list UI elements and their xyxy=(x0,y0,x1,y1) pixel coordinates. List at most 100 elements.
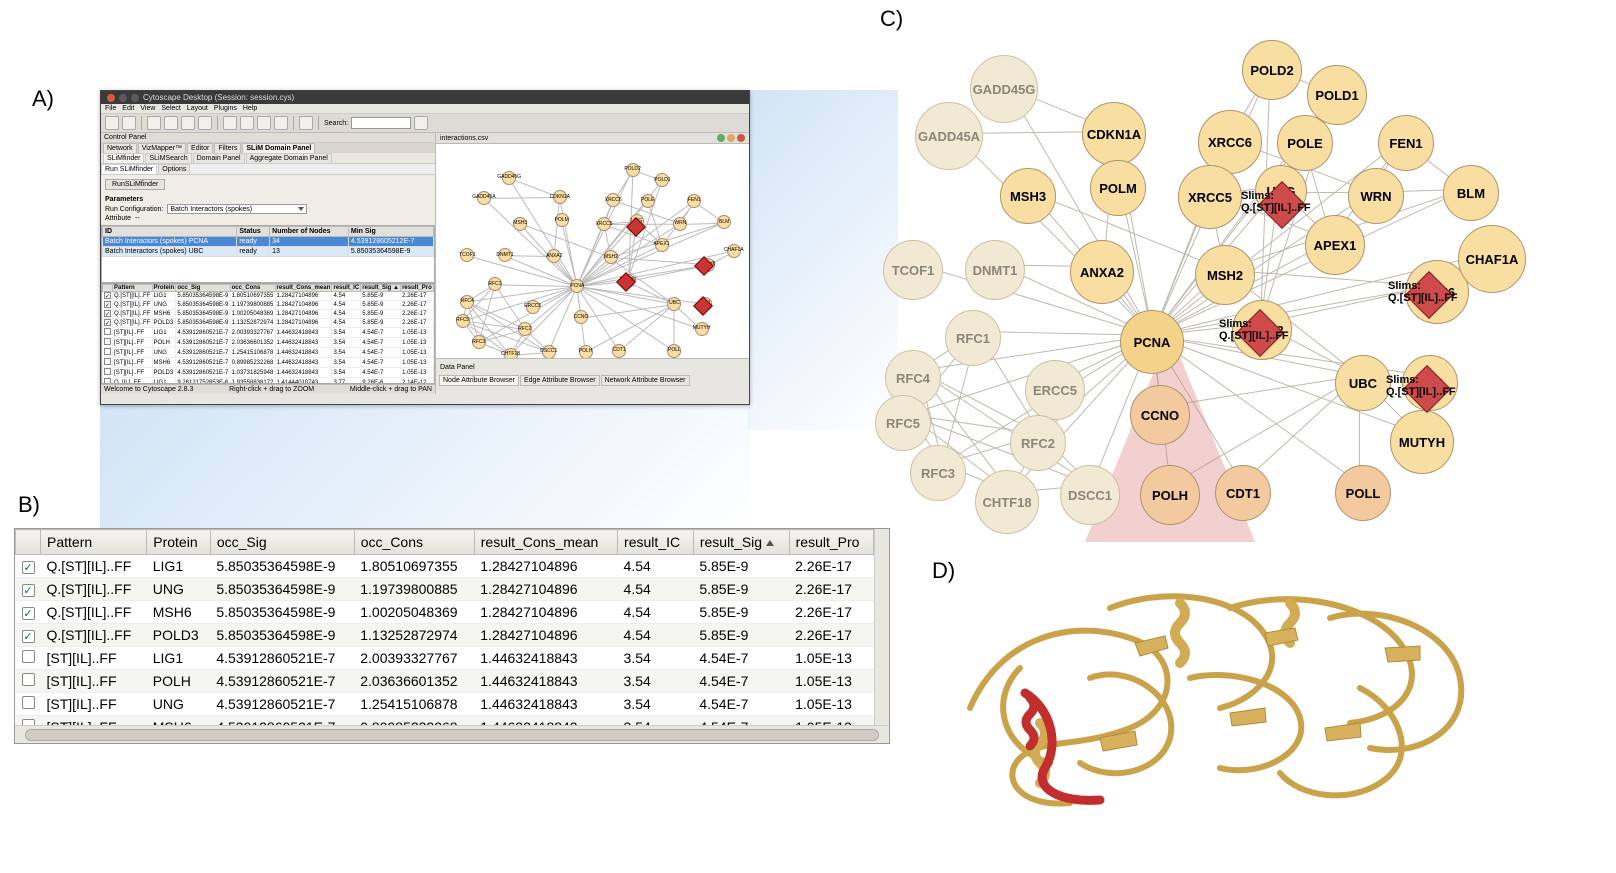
network-canvas[interactable]: GADD45GGADD45ACDKN1APOLD2POLD1XRCC6POLEF… xyxy=(436,144,749,358)
mini-result-row[interactable]: ✓Q.[ST][IL]..FFPOLD35.85035364598E-91.13… xyxy=(103,319,434,328)
run-slimfinder-button[interactable]: RunSLiMfinder xyxy=(105,179,165,190)
net-max-icon[interactable] xyxy=(727,134,735,142)
node-rfc5[interactable]: RFC5 xyxy=(875,395,931,451)
mini-node-polm[interactable]: POLM xyxy=(555,213,569,227)
runconf-select[interactable]: Batch Interactors (spokes) xyxy=(167,204,307,214)
mini-node-gadd45g[interactable]: GADD45G xyxy=(502,171,516,185)
mini-result-row[interactable]: ✓Q.[ST][IL]..FFUNG5.85035364598E-91.1973… xyxy=(103,301,434,310)
col-result_cons_mean[interactable]: result_Cons_mean xyxy=(474,530,617,555)
table-row[interactable]: Q.[ST][IL]..FFPOLD35.85035364598E-91.132… xyxy=(16,624,874,647)
node-dnmt1[interactable]: DNMT1 xyxy=(965,240,1025,300)
menu-view[interactable]: View xyxy=(140,105,155,112)
node-anxa2[interactable]: ANXA2 xyxy=(1070,240,1134,304)
node-ubc[interactable]: UBC xyxy=(1335,355,1391,411)
mini-result-row[interactable]: [ST][IL]..FFPOLD34.53912860521E-71.03731… xyxy=(103,368,434,378)
node-polm[interactable]: POLM xyxy=(1090,160,1146,216)
menu-layout[interactable]: Layout xyxy=(187,105,208,112)
save-icon[interactable] xyxy=(122,116,136,130)
zoom-fit-icon[interactable] xyxy=(181,116,195,130)
row-checkbox[interactable] xyxy=(22,673,35,686)
net-close-icon[interactable] xyxy=(737,134,745,142)
tab-domain-panel[interactable]: Domain Panel xyxy=(193,153,245,163)
mini-node-ccno[interactable]: CCNO xyxy=(574,310,588,324)
node-mutyh[interactable]: MUTYH xyxy=(1390,410,1454,474)
menu-file[interactable]: File xyxy=(105,105,116,112)
table-row[interactable]: Q.[ST][IL]..FFMSH65.85035364598E-91.0020… xyxy=(16,601,874,624)
table-row[interactable]: Q.[ST][IL]..FFUNG5.85035364598E-91.19739… xyxy=(16,578,874,601)
mini-node-chtf18[interactable]: CHTF18 xyxy=(504,348,518,358)
mini-node-polh[interactable]: POLH xyxy=(579,345,593,358)
tab-filters[interactable]: Filters xyxy=(214,143,241,153)
row-checkbox[interactable] xyxy=(22,607,35,620)
node-poll[interactable]: POLL xyxy=(1335,465,1391,521)
job-row[interactable]: Batch Interactors (spokes) UBCready135.8… xyxy=(103,247,434,257)
node-ercc5[interactable]: ERCC5 xyxy=(1025,360,1085,420)
mini-node-cdt1[interactable]: CDT1 xyxy=(612,344,626,358)
mini-node-rfc3[interactable]: RFC3 xyxy=(472,335,486,349)
node-pole[interactable]: POLE xyxy=(1277,115,1333,171)
network-view-titlebar[interactable]: interactions.csv xyxy=(436,133,749,144)
tab-slimsearch[interactable]: SLiMSearch xyxy=(145,153,191,163)
mini-node-chaf1a[interactable]: CHAF1A xyxy=(727,244,741,258)
open-icon[interactable] xyxy=(105,116,119,130)
tab-aggregate-domain-panel[interactable]: Aggregate Domain Panel xyxy=(246,153,332,163)
mini-node-wrn[interactable]: WRN xyxy=(673,217,687,231)
maximize-icon[interactable] xyxy=(131,94,139,102)
node-msh2[interactable]: MSH2 xyxy=(1195,245,1255,305)
mini-node-tcof1[interactable]: TCOF1 xyxy=(460,248,474,262)
mini-node-pole[interactable]: POLE xyxy=(641,194,655,208)
layout-icon[interactable] xyxy=(240,116,254,130)
tab-slimfinder[interactable]: SLiMfinder xyxy=(103,153,144,163)
close-icon[interactable] xyxy=(107,94,115,102)
mini-result-row[interactable]: [ST][IL]..FFMSH64.53912860521E-70.899852… xyxy=(103,358,434,368)
menu-edit[interactable]: Edit xyxy=(122,105,134,112)
col-protein[interactable]: Protein xyxy=(147,530,211,555)
col-result_sig[interactable]: result_Sig xyxy=(693,530,789,555)
table-row[interactable]: [ST][IL]..FFPOLH4.53912860521E-72.036366… xyxy=(16,670,874,693)
mini-node-cdkn1a[interactable]: CDKN1A xyxy=(553,190,567,204)
mini-node-rfc5[interactable]: RFC5 xyxy=(456,314,470,328)
mini-node-msh3[interactable]: MSH3 xyxy=(513,217,527,231)
menu-help[interactable]: Help xyxy=(243,105,257,112)
node-apex1[interactable]: APEX1 xyxy=(1305,215,1365,275)
minimize-icon[interactable] xyxy=(119,94,127,102)
node-rfc3[interactable]: RFC3 xyxy=(910,445,966,501)
mini-node-pold2[interactable]: POLD2 xyxy=(626,163,640,177)
tab-network-attribute-browser[interactable]: Network Attribute Browser xyxy=(601,375,690,386)
menu-select[interactable]: Select xyxy=(161,105,180,112)
table-row[interactable]: Q.[ST][IL]..FFLIG15.85035364598E-91.8051… xyxy=(16,555,874,578)
node-chtf18[interactable]: CHTF18 xyxy=(975,470,1039,534)
dp-del-icon[interactable] xyxy=(733,361,745,373)
filter-icon[interactable] xyxy=(274,116,288,130)
mini-node-pold1[interactable]: POLD1 xyxy=(655,173,669,187)
node-gadd45a[interactable]: GADD45A xyxy=(915,102,983,170)
node-gadd45g[interactable]: GADD45G xyxy=(970,55,1038,123)
table-row[interactable]: [ST][IL]..FFUNG4.53912860521E-71.2541510… xyxy=(16,693,874,716)
row-checkbox[interactable] xyxy=(22,630,35,643)
search-go-icon[interactable] xyxy=(414,116,428,130)
window-titlebar[interactable]: Cytoscape Desktop (Session: session.cys) xyxy=(101,91,749,104)
node-cdkn1a[interactable]: CDKN1A xyxy=(1082,102,1146,166)
row-checkbox[interactable] xyxy=(22,696,35,709)
tab-slim-domain-panel[interactable]: SLiM Domain Panel xyxy=(242,143,315,153)
node-rfc2[interactable]: RFC2 xyxy=(1010,415,1066,471)
mini-node-apex1[interactable]: APEX1 xyxy=(655,238,669,252)
mini-node-mutyh[interactable]: MUTYH xyxy=(695,322,709,336)
tab-editor[interactable]: Editor xyxy=(187,143,213,153)
tab-node-attribute-browser[interactable]: Node Attribute Browser xyxy=(439,375,519,386)
mini-node-xrcc6[interactable]: XRCC6 xyxy=(606,193,620,207)
mini-result-row[interactable]: [ST][IL]..FFUNG4.53912860521E-71.2541510… xyxy=(103,348,434,358)
tab-run-slimfinder[interactable]: Run SLiMfinder xyxy=(101,164,157,174)
node-tcof1[interactable]: TCOF1 xyxy=(883,240,943,300)
horizontal-scrollbar[interactable] xyxy=(15,725,889,743)
tab-options[interactable]: Options xyxy=(158,164,190,174)
col-result_ic[interactable]: result_IC xyxy=(618,530,694,555)
node-blm[interactable]: BLM xyxy=(1443,165,1499,221)
node-cdt1[interactable]: CDT1 xyxy=(1215,465,1271,521)
search-input[interactable] xyxy=(351,117,411,129)
node-ccno[interactable]: CCNO xyxy=(1130,385,1190,445)
mini-result-row[interactable]: [ST][IL]..FFLIG14.53912860521E-72.003933… xyxy=(103,328,434,338)
job-row[interactable]: Batch Interactors (spokes) PCNAready344.… xyxy=(103,237,434,247)
tab-vizmapper-[interactable]: VizMapper™ xyxy=(138,143,186,153)
zoom-selected-icon[interactable] xyxy=(198,116,212,130)
